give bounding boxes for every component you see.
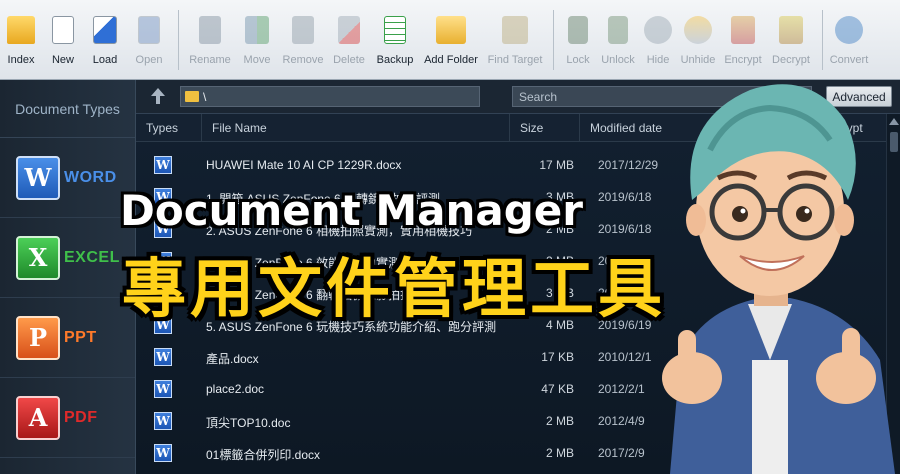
sidebar-item-label: PDF: [64, 408, 98, 426]
search-placeholder: Search: [519, 89, 558, 104]
load-icon: [93, 16, 117, 44]
sidebar-item-label: WORD: [64, 168, 117, 186]
file-name: place2.doc: [206, 382, 265, 396]
unhide-icon: [684, 16, 712, 44]
path-field[interactable]: \: [180, 86, 480, 107]
ppt-icon: P: [16, 315, 60, 360]
load-button[interactable]: Load: [84, 0, 126, 80]
find-target-icon: [502, 16, 528, 44]
path-text: \: [203, 89, 207, 104]
encrypt-icon: [731, 16, 755, 44]
new-button[interactable]: New: [42, 0, 84, 80]
new-document-icon: [52, 16, 74, 44]
file-size: 2 MB: [545, 446, 574, 460]
remove-icon: [292, 16, 314, 44]
index-folder-icon: [7, 16, 35, 44]
excel-icon: X: [16, 235, 60, 280]
index-button[interactable]: Index: [0, 0, 42, 80]
add-folder-button[interactable]: Add Folder: [419, 0, 483, 80]
sidebar-item-excel[interactable]: X EXCEL: [0, 218, 135, 298]
word-icon: W: [16, 155, 60, 200]
file-size: 2 MB: [545, 414, 574, 428]
remove-button[interactable]: Remove: [279, 0, 327, 80]
delete-button[interactable]: Delete: [327, 0, 371, 80]
sidebar-item-ppt[interactable]: P PPT: [0, 298, 135, 378]
file-name: HUAWEI Mate 10 AI CP 1229R.docx: [206, 158, 402, 172]
file-modified-date: 2012/4/9: [598, 414, 645, 428]
move-button[interactable]: Move: [235, 0, 279, 80]
toolbar-separator: [178, 10, 179, 70]
open-button[interactable]: Open: [126, 0, 172, 80]
word-file-icon: W: [154, 412, 172, 430]
document-types-sidebar: Document Types W WORD X EXCEL P PPT A PD…: [0, 80, 136, 474]
backup-icon: [384, 16, 406, 44]
unlock-icon: [608, 16, 628, 44]
column-types[interactable]: Types: [136, 114, 202, 142]
sidebar-item-label: EXCEL: [64, 248, 120, 266]
file-modified-date: 2017/2/9: [598, 446, 645, 460]
decrypt-icon: [779, 16, 803, 44]
pdf-icon: A: [16, 395, 60, 440]
rename-icon: [199, 16, 221, 44]
lock-button[interactable]: Lock: [560, 0, 596, 80]
toolbar-separator: [553, 10, 554, 70]
unlock-button[interactable]: Unlock: [596, 0, 640, 80]
add-folder-icon: [436, 16, 466, 44]
hide-icon: [644, 16, 672, 44]
file-modified-date: 2012/2/1: [598, 382, 645, 396]
file-name: 01標籤合併列印.docx: [206, 448, 321, 462]
sidebar-item-word[interactable]: W WORD: [0, 138, 135, 218]
column-size[interactable]: Size: [510, 114, 580, 142]
up-arrow-icon[interactable]: [150, 87, 166, 105]
column-file-name[interactable]: File Name: [202, 114, 510, 142]
file-size: 47 KB: [541, 382, 574, 396]
find-target-button[interactable]: Find Target: [483, 0, 547, 80]
convert-icon: [835, 16, 863, 44]
file-size: 17 KB: [541, 350, 574, 364]
file-size: 17 MB: [539, 158, 574, 172]
folder-icon: [185, 91, 199, 102]
delete-icon: [338, 16, 360, 44]
cartoon-avatar: [662, 84, 895, 474]
word-file-icon: W: [154, 444, 172, 462]
open-word-icon: [138, 16, 160, 44]
word-file-icon: W: [154, 348, 172, 366]
word-file-icon: W: [154, 380, 172, 398]
lock-icon: [568, 16, 588, 44]
file-name: 產品.docx: [206, 352, 259, 366]
sidebar-item-pdf[interactable]: A PDF: [0, 378, 135, 458]
move-icon: [245, 16, 269, 44]
rename-button[interactable]: Rename: [185, 0, 235, 80]
banner-title-chinese: 專用文件管理工具: [122, 253, 666, 327]
file-name: 頂尖TOP10.doc: [206, 416, 291, 430]
sidebar-item-label: PPT: [64, 328, 97, 346]
backup-button[interactable]: Backup: [371, 0, 419, 80]
banner-title-english: Document Manager: [120, 186, 584, 235]
word-file-icon: W: [154, 156, 172, 174]
sidebar-title: Document Types: [0, 80, 135, 138]
